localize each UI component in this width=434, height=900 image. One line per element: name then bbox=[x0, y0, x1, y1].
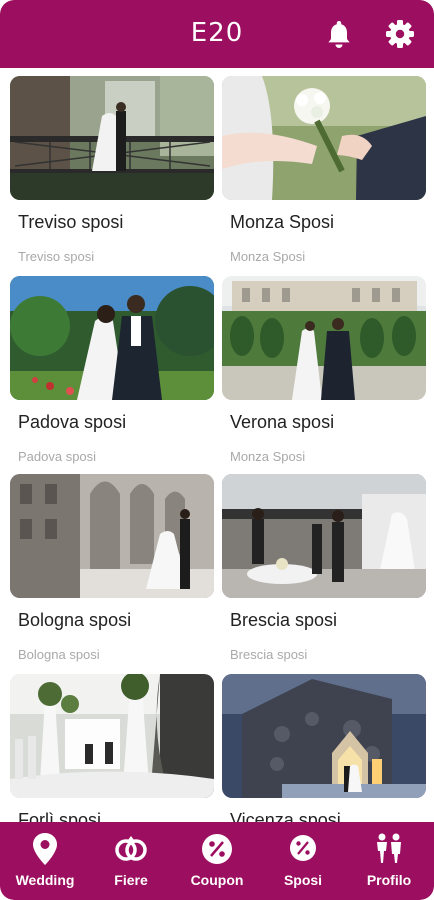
card-subtitle: Treviso sposi bbox=[18, 249, 95, 264]
card-photo bbox=[222, 474, 426, 598]
city-card-forli[interactable]: Forlì sposi bbox=[10, 674, 214, 822]
city-card-verona[interactable]: Verona sposi Monza Sposi bbox=[222, 276, 426, 466]
city-card-vicenza[interactable]: Vicenza sposi bbox=[222, 674, 426, 822]
city-card-monza[interactable]: Monza Sposi Monza Sposi bbox=[222, 76, 426, 266]
app-header: E20 bbox=[0, 0, 434, 68]
card-photo bbox=[10, 674, 214, 798]
discount-tag-icon bbox=[290, 835, 316, 861]
percent-badge-icon bbox=[202, 834, 232, 864]
couple-icon bbox=[377, 833, 401, 863]
card-subtitle: Brescia sposi bbox=[230, 647, 308, 662]
nav-item-coupon[interactable]: Coupon bbox=[182, 832, 252, 894]
app-title: E20 bbox=[190, 18, 244, 48]
cities-grid: Treviso sposi Treviso sposi Monza Sposi … bbox=[0, 68, 434, 822]
city-card-treviso[interactable]: Treviso sposi Treviso sposi bbox=[10, 76, 214, 266]
nav-item-sposi[interactable]: Sposi bbox=[268, 832, 338, 894]
card-title: Bologna sposi bbox=[18, 610, 132, 630]
nav-label: Sposi bbox=[283, 872, 323, 888]
card-subtitle: Bologna sposi bbox=[18, 647, 100, 662]
card-photo bbox=[10, 474, 214, 598]
app-frame: E20 Treviso sposi Treviso sposi Monza Sp… bbox=[0, 0, 434, 900]
nav-label: Fiere bbox=[114, 872, 148, 888]
card-photo bbox=[222, 276, 426, 400]
rings-icon bbox=[115, 836, 147, 861]
card-title: Brescia sposi bbox=[230, 610, 338, 630]
nav-item-wedding[interactable]: Wedding bbox=[10, 832, 80, 894]
card-title: Forlì sposi bbox=[18, 810, 102, 822]
card-subtitle: Monza Sposi bbox=[230, 249, 306, 264]
nav-item-fiere[interactable]: Fiere bbox=[96, 832, 166, 894]
location-pin-icon bbox=[33, 833, 57, 865]
bell-icon[interactable] bbox=[324, 18, 354, 50]
card-subtitle: Monza Sposi bbox=[230, 449, 306, 464]
card-title: Vicenza sposi bbox=[230, 810, 341, 822]
card-subtitle: Padova sposi bbox=[18, 449, 97, 464]
nav-label: Wedding bbox=[15, 872, 75, 888]
card-photo bbox=[10, 76, 214, 200]
card-title: Verona sposi bbox=[230, 412, 335, 432]
bottom-nav: Wedding Fiere Coupon Sposi Profilo bbox=[0, 822, 434, 900]
nav-label: Coupon bbox=[190, 872, 244, 888]
card-title: Treviso sposi bbox=[18, 212, 124, 232]
nav-item-profilo[interactable]: Profilo bbox=[354, 832, 424, 894]
card-photo bbox=[10, 276, 214, 400]
city-card-padova[interactable]: Padova sposi Padova sposi bbox=[10, 276, 214, 466]
city-card-bologna[interactable]: Bologna sposi Bologna sposi bbox=[10, 474, 214, 664]
card-title: Padova sposi bbox=[18, 412, 127, 432]
nav-label: Profilo bbox=[366, 872, 412, 888]
card-photo bbox=[222, 76, 426, 200]
city-card-brescia[interactable]: Brescia sposi Brescia sposi bbox=[222, 474, 426, 664]
card-photo bbox=[222, 674, 426, 798]
card-title: Monza Sposi bbox=[230, 212, 335, 232]
gear-icon[interactable] bbox=[385, 18, 415, 50]
